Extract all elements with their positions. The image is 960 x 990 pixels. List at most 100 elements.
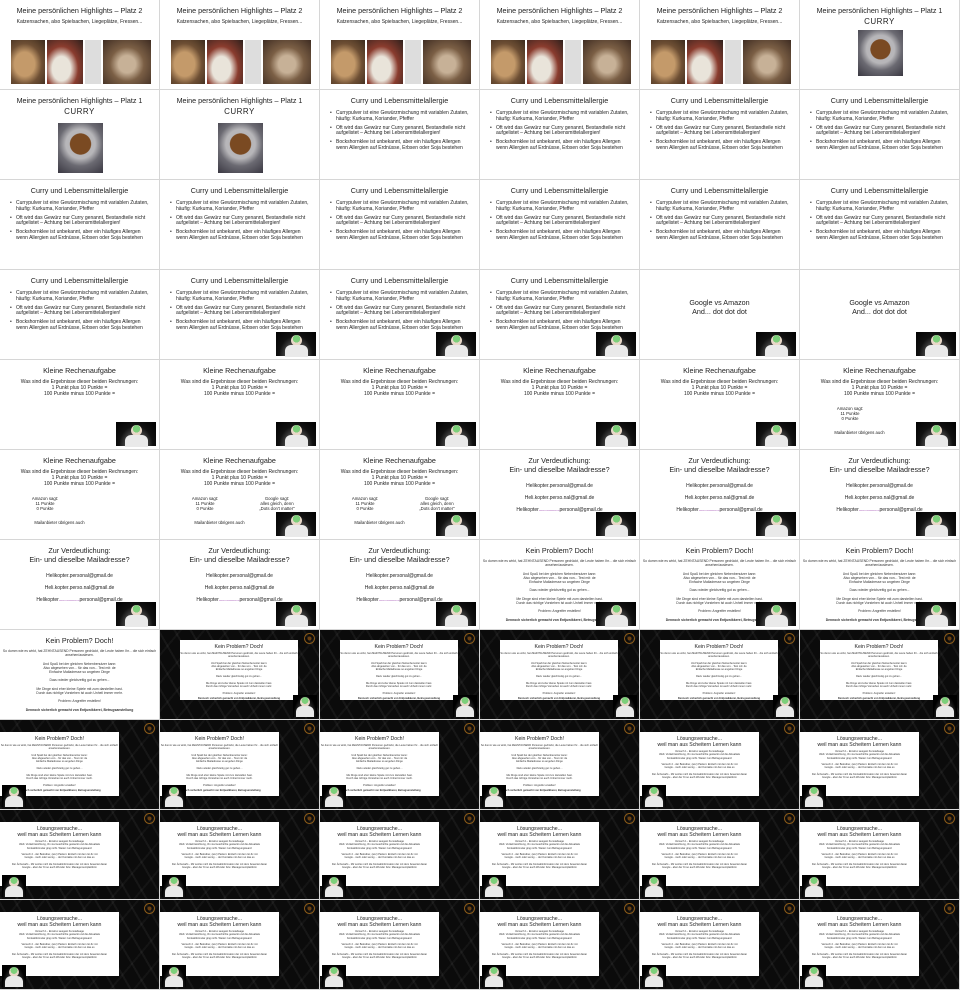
- slide-thumbnail[interactable]: Lösungsversuche... weil man aus Scheiter…: [0, 810, 160, 900]
- slide-thumbnail[interactable]: Curry und Lebensmittelallergie Currypulve…: [320, 90, 480, 180]
- slide-thumbnail[interactable]: Kleine Rechenaufgabe Was sind die Ergebni…: [320, 450, 480, 540]
- slide-thumbnail[interactable]: Kleine Rechenaufgabe Was sind die Ergebni…: [160, 360, 320, 450]
- shared-slide: Kein Problem? Doch! So dumm wie es wirkt,…: [660, 640, 778, 700]
- slide-thumbnail[interactable]: Kein Problem? Doch! So dumm wie es wirkt,…: [480, 630, 640, 720]
- slide-thumbnail[interactable]: Meine persönlichen Highlights – Platz 1 C…: [800, 0, 960, 90]
- slide-thumbnail[interactable]: Lösungsversuche... weil man aus Scheiter…: [640, 810, 800, 900]
- slide-thumbnail[interactable]: Kleine Rechenaufgabe Was sind die Ergebni…: [480, 360, 640, 450]
- presenter-video: [276, 512, 316, 537]
- slide-content: Meine persönlichen Highlights – Platz 1 C…: [160, 90, 319, 179]
- slide-title: Lösungsversuche... weil man aus Scheiter…: [657, 736, 742, 748]
- slide-thumbnail[interactable]: Curry und Lebensmittelallergie Currypulve…: [800, 180, 960, 270]
- slide-thumbnail[interactable]: Meine persönlichen Highlights – Platz 2 K…: [0, 0, 160, 90]
- email-dots: ...................: [858, 507, 880, 513]
- slide-title: Lösungsversuche... weil man aus Scheiter…: [177, 916, 262, 928]
- email-variant-1: Helikopter.personal@gmail.de: [206, 573, 273, 579]
- slide-title: Kleine Rechenaufgabe: [363, 366, 436, 375]
- logo-icon: [624, 633, 635, 644]
- slide-thumbnail[interactable]: Zur Verdeutlichung: Ein- und dieselbe Ma…: [640, 450, 800, 540]
- presenter-view: Lösungsversuche... weil man aus Scheiter…: [320, 810, 479, 899]
- slide-thumbnail[interactable]: Lösungsversuche... weil man aus Scheiter…: [320, 900, 480, 990]
- slide-thumbnail[interactable]: Kein Problem? Doch! So dumm wie es wirkt,…: [800, 630, 960, 720]
- slide-thumbnail[interactable]: Lösungsversuche... weil man aus Scheiter…: [320, 810, 480, 900]
- bullet-item: Oft wird das Gewürz nur Curry genannt, B…: [330, 215, 471, 228]
- bullet-list: Currypulver ist eine Gewürzmischung mit …: [10, 290, 151, 332]
- slide-thumbnail[interactable]: Lösungsversuche... weil man aus Scheiter…: [160, 810, 320, 900]
- slide-thumbnail[interactable]: Curry und Lebensmittelallergie Currypulve…: [160, 180, 320, 270]
- bullet-item: Currypulver ist eine Gewürzmischung mit …: [170, 200, 311, 213]
- presenter-video: [116, 602, 156, 627]
- slide-thumbnail[interactable]: Kein Problem? Doch! So dumm wie es wirkt,…: [320, 720, 480, 810]
- presenter-torso: [5, 796, 23, 807]
- slide-thumbnail[interactable]: Zur Verdeutlichung: Ein- und dieselbe Ma…: [160, 540, 320, 630]
- slide-title: Lösungsversuche... weil man aus Scheiter…: [337, 826, 422, 838]
- slide-thumbnail[interactable]: Lösungsversuche... weil man aus Scheiter…: [480, 810, 640, 900]
- cat-photo: [46, 40, 83, 84]
- slide-thumbnail[interactable]: Lösungsversuche... weil man aus Scheiter…: [640, 720, 800, 810]
- slide-thumbnail[interactable]: Meine persönlichen Highlights – Platz 1 C…: [0, 90, 160, 180]
- slide-thumbnail[interactable]: Meine persönlichen Highlights – Platz 2 K…: [320, 0, 480, 90]
- slide-thumbnail[interactable]: Meine persönlichen Highlights – Platz 1 C…: [160, 90, 320, 180]
- email-dots: ...................: [58, 597, 80, 603]
- cat-photo: [11, 40, 45, 84]
- solution-body: Versuch 1 - Einstruc ausgest Kunstabsage…: [491, 930, 588, 960]
- slide-thumbnail[interactable]: Kleine Rechenaufgabe Was sind die Ergebni…: [800, 360, 960, 450]
- presenter-video: [916, 422, 956, 447]
- slide-thumbnail[interactable]: Kein Problem? Doch! So dumm wie es wirkt,…: [480, 540, 640, 630]
- slide-title: Kein Problem? Doch!: [214, 644, 264, 650]
- presenter-torso: [765, 615, 788, 627]
- slide-title: Curry und Lebensmittelallergie: [510, 276, 609, 285]
- logo-icon: [304, 633, 315, 644]
- slide-thumbnail[interactable]: Lösungsversuche... weil man aus Scheiter…: [800, 900, 960, 990]
- slide-thumbnail[interactable]: Kein Problem? Doch! So dumm wie es wirkt,…: [640, 540, 800, 630]
- slide-thumbnail[interactable]: Lösungsversuche... weil man aus Scheiter…: [800, 720, 960, 810]
- shared-slide: Kein Problem? Doch! So dumm wie es wirkt,…: [820, 640, 938, 700]
- slide-thumbnail[interactable]: Kleine Rechenaufgabe Was sind die Ergebni…: [160, 450, 320, 540]
- slide-title: Meine persönlichen Highlights – Platz 1: [816, 6, 943, 15]
- slide-thumbnail[interactable]: Kleine Rechenaufgabe Was sind die Ergebni…: [320, 360, 480, 450]
- slide-thumbnail[interactable]: Zur Verdeutlichung: Ein- und dieselbe Ma…: [480, 450, 640, 540]
- slide-thumbnail[interactable]: Meine persönlichen Highlights – Platz 2 K…: [480, 0, 640, 90]
- slide-thumbnail[interactable]: Curry und Lebensmittelallergie Currypulve…: [640, 180, 800, 270]
- slide-thumbnail[interactable]: Google vs Amazon And... dot dot dot: [640, 270, 800, 360]
- slide-thumbnail[interactable]: Curry und Lebensmittelallergie Currypulve…: [480, 90, 640, 180]
- presenter-video: [436, 422, 476, 447]
- cat-photo: [686, 40, 723, 84]
- slide-thumbnail[interactable]: Lösungsversuche... weil man aus Scheiter…: [480, 900, 640, 990]
- slide-thumbnail[interactable]: Zur Verdeutlichung: Ein- und dieselbe Ma…: [800, 450, 960, 540]
- slide-thumbnail[interactable]: Lösungsversuche... weil man aus Scheiter…: [640, 900, 800, 990]
- slide-thumbnail[interactable]: Lösungsversuche... weil man aus Scheiter…: [0, 900, 160, 990]
- slide-thumbnail[interactable]: Kleine Rechenaufgabe Was sind die Ergebni…: [0, 450, 160, 540]
- slide-thumbnail[interactable]: Kein Problem? Doch! So dumm wie es wirkt,…: [160, 630, 320, 720]
- slide-thumbnail[interactable]: Kein Problem? Doch! So dumm wie es wirkt,…: [800, 540, 960, 630]
- slide-thumbnail[interactable]: Zur Verdeutlichung: Ein- und dieselbe Ma…: [0, 540, 160, 630]
- slide-thumbnail[interactable]: Kein Problem? Doch! So dumm wie es wirkt,…: [0, 630, 160, 720]
- slide-thumbnail[interactable]: Kleine Rechenaufgabe Was sind die Ergebni…: [0, 360, 160, 450]
- slide-thumbnail[interactable]: Curry und Lebensmittelallergie Currypulve…: [640, 90, 800, 180]
- slide-thumbnail[interactable]: Curry und Lebensmittelallergie Currypulve…: [800, 90, 960, 180]
- slide-thumbnail[interactable]: Google vs Amazon And... dot dot dot: [800, 270, 960, 360]
- slide-thumbnail[interactable]: Kleine Rechenaufgabe Was sind die Ergebni…: [640, 360, 800, 450]
- slide-thumbnail[interactable]: Curry und Lebensmittelallergie Currypulve…: [0, 270, 160, 360]
- slide-content: Meine persönlichen Highlights – Platz 2 K…: [160, 0, 319, 89]
- slide-thumbnail[interactable]: Curry und Lebensmittelallergie Currypulve…: [0, 180, 160, 270]
- slide-thumbnail[interactable]: Curry und Lebensmittelallergie Currypulve…: [480, 180, 640, 270]
- slide-thumbnail[interactable]: Kein Problem? Doch! So dumm wie es wirkt,…: [480, 720, 640, 810]
- slide-thumbnail[interactable]: Zur Verdeutlichung: Ein- und dieselbe Ma…: [320, 540, 480, 630]
- slide-thumbnail[interactable]: Meine persönlichen Highlights – Platz 2 K…: [640, 0, 800, 90]
- slide-thumbnail[interactable]: Kein Problem? Doch! So dumm wie es wirkt,…: [160, 720, 320, 810]
- slide-thumbnail[interactable]: Curry und Lebensmittelallergie Currypulve…: [320, 180, 480, 270]
- math-question: Was sind die Ergebnisse dieser beiden Re…: [20, 469, 139, 487]
- presenter-video: [276, 602, 316, 627]
- presenter-torso: [765, 525, 788, 537]
- slide-thumbnail[interactable]: Kein Problem? Doch! So dumm wie es wirkt,…: [320, 630, 480, 720]
- slide-thumbnail[interactable]: Curry und Lebensmittelallergie Currypulve…: [320, 270, 480, 360]
- slide-thumbnail[interactable]: Lösungsversuche... weil man aus Scheiter…: [800, 810, 960, 900]
- slide-content: Zur Verdeutlichung: Ein- und dieselbe Ma…: [640, 450, 799, 539]
- slide-thumbnail[interactable]: Kein Problem? Doch! So dumm wie es wirkt,…: [0, 720, 160, 810]
- slide-thumbnail[interactable]: Curry und Lebensmittelallergie Currypulve…: [480, 270, 640, 360]
- slide-thumbnail[interactable]: Lösungsversuche... weil man aus Scheiter…: [160, 900, 320, 990]
- slide-thumbnail[interactable]: Curry und Lebensmittelallergie Currypulve…: [160, 270, 320, 360]
- slide-thumbnail[interactable]: Kein Problem? Doch! So dumm wie es wirkt,…: [640, 630, 800, 720]
- slide-thumbnail[interactable]: Meine persönlichen Highlights – Platz 2 K…: [160, 0, 320, 90]
